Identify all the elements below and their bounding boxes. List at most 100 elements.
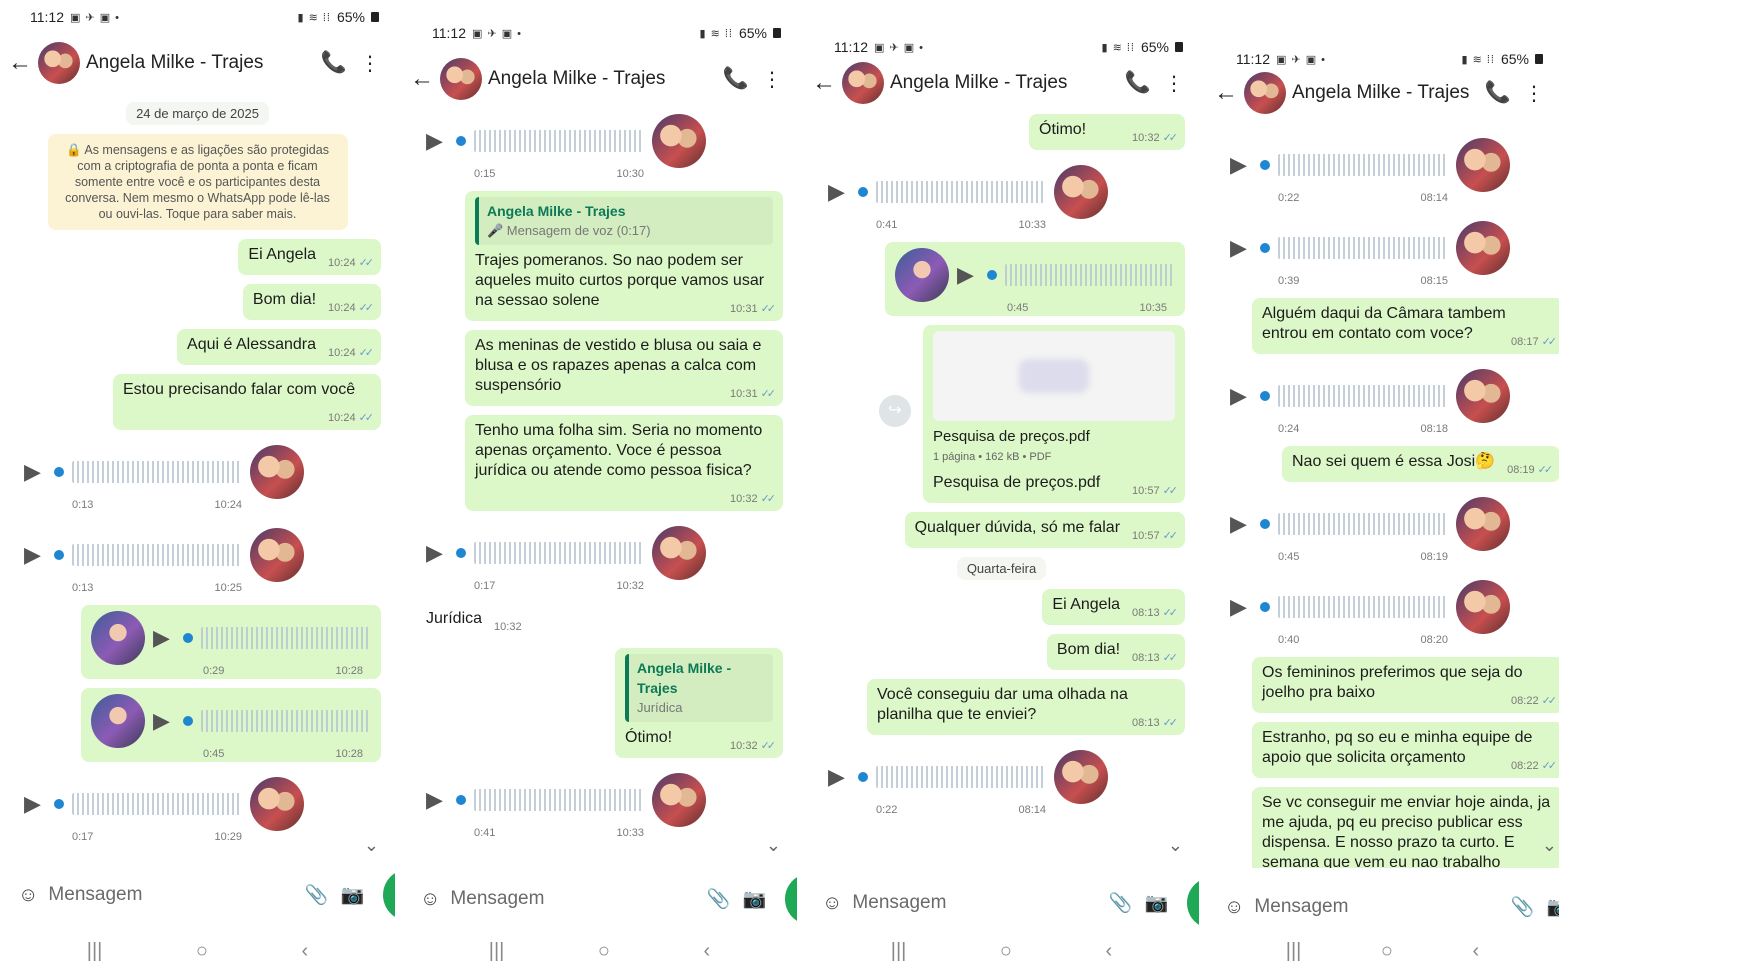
message-input[interactable]	[48, 884, 294, 906]
nav-back-icon[interactable]: ‹	[302, 940, 309, 963]
message-list[interactable]: ▶ 0:15 10:30 Angela Milke - Trajes 🎤 Mensag…	[402, 108, 797, 868]
composer-field[interactable]: ☺ 📎 📷	[412, 875, 776, 923]
recents-icon[interactable]: |||	[1286, 940, 1302, 963]
scroll-down-icon[interactable]: ⌄	[1542, 835, 1557, 856]
audio-waveform[interactable]	[1278, 596, 1448, 618]
back-arrow-icon[interactable]: ←	[812, 69, 836, 97]
voice-message[interactable]: ▶ 0:24 08:18	[1220, 363, 1520, 437]
message-bubble[interactable]: Qualquer dúvida, só me falar 10:57 ✓✓	[904, 512, 1185, 548]
add-call-icon[interactable]: 📞	[1123, 71, 1153, 95]
message-bubble[interactable]: Alguém daqui da Câmara tambem entrou em …	[1252, 298, 1559, 354]
voice-message[interactable]: ▶ 0:41 10:33	[818, 159, 1118, 233]
more-options-icon[interactable]: ⋮	[757, 67, 787, 92]
add-call-icon[interactable]: 📞	[1483, 81, 1513, 105]
audio-waveform[interactable]	[1278, 513, 1448, 535]
message-bubble[interactable]: Angela Milke - Trajes 🎤 Mensagem de voz (…	[465, 191, 783, 321]
audio-waveform[interactable]	[876, 181, 1046, 203]
reply-bubble[interactable]: Angela Milke - Trajes Jurídica Ótimo! 10:3…	[615, 648, 783, 758]
play-icon[interactable]: ▶	[24, 459, 46, 485]
voice-message[interactable]: ▶ 0:15 10:30	[416, 108, 716, 182]
message-bubble[interactable]: Se vc conseguir me enviar hoje ainda, ja…	[1252, 787, 1559, 868]
scroll-down-icon[interactable]: ⌄	[1168, 835, 1183, 856]
voice-message-outgoing[interactable]: ▶ 0:45 10:28	[81, 688, 381, 762]
audio-seek-handle[interactable]	[1260, 519, 1270, 529]
voice-message-outgoing[interactable]: ▶ 0:29 10:28	[81, 605, 381, 679]
voice-message[interactable]: ▶ 0:22 08:14	[818, 744, 1118, 818]
more-options-icon[interactable]: ⋮	[1159, 71, 1189, 96]
camera-icon[interactable]: 📷	[1143, 891, 1169, 915]
audio-seek-handle[interactable]	[1260, 243, 1270, 253]
message-bubble-incoming[interactable]: Jurídica 10:32	[416, 603, 532, 639]
audio-seek-handle[interactable]	[1260, 391, 1270, 401]
home-icon[interactable]: ○	[598, 940, 610, 963]
nav-back-icon[interactable]: ‹	[1106, 940, 1113, 963]
message-bubble[interactable]: Bom dia! 10:24 ✓✓	[242, 284, 381, 320]
message-input[interactable]	[1254, 896, 1500, 918]
audio-seek-handle[interactable]	[456, 548, 466, 558]
voice-message[interactable]: ▶ 0:41 10:33	[416, 767, 716, 841]
play-icon[interactable]: ▶	[957, 262, 979, 288]
audio-waveform[interactable]	[876, 766, 1046, 788]
audio-waveform[interactable]	[72, 461, 242, 483]
voice-message[interactable]: ▶ 0:39 08:15	[1220, 215, 1520, 289]
forward-icon[interactable]: ↪	[879, 395, 911, 427]
audio-waveform[interactable]	[1278, 154, 1448, 176]
audio-waveform[interactable]	[201, 627, 371, 649]
play-icon[interactable]: ▶	[1230, 235, 1252, 261]
camera-icon[interactable]: 📷	[741, 887, 767, 911]
audio-seek-handle[interactable]	[987, 270, 997, 280]
voice-message[interactable]: ▶ 0:13 10:24	[14, 439, 314, 513]
mic-button[interactable]: 🎤	[785, 873, 797, 925]
back-arrow-icon[interactable]: ←	[8, 49, 32, 77]
nav-back-icon[interactable]: ‹	[704, 940, 711, 963]
play-icon[interactable]: ▶	[426, 128, 448, 154]
message-bubble[interactable]: Aqui é Alessandra 10:24 ✓✓	[177, 329, 381, 365]
audio-waveform[interactable]	[72, 544, 242, 566]
play-icon[interactable]: ▶	[426, 787, 448, 813]
encryption-notice[interactable]: 🔒 As mensagens e as ligações são protegi…	[47, 134, 348, 230]
scroll-down-icon[interactable]: ⌄	[364, 835, 379, 856]
message-bubble[interactable]: Os femininos preferimos que seja do joel…	[1252, 657, 1559, 713]
voice-message[interactable]: ▶ 0:22 08:14	[1220, 132, 1520, 206]
message-bubble[interactable]: Bom dia! 08:13 ✓✓	[1046, 634, 1185, 670]
emoji-icon[interactable]: ☺	[420, 888, 440, 911]
audio-waveform[interactable]	[1005, 264, 1175, 286]
quoted-message[interactable]: Angela Milke - Trajes Jurídica	[625, 654, 773, 722]
recents-icon[interactable]: |||	[489, 940, 505, 963]
play-icon[interactable]: ▶	[426, 540, 448, 566]
document-message[interactable]: ↪ Pesquisa de preços.pdf 1 página • 162 …	[879, 325, 1185, 503]
message-input[interactable]	[450, 888, 696, 910]
message-list[interactable]: ▶ 0:22 08:14 ▶ 0:39 08:15 Alguém daqui da Câ…	[1206, 132, 1559, 868]
play-icon[interactable]: ▶	[1230, 511, 1252, 537]
home-icon[interactable]: ○	[1000, 940, 1012, 963]
attach-icon[interactable]: 📎	[1509, 895, 1535, 919]
play-icon[interactable]: ▶	[828, 179, 850, 205]
message-list[interactable]: Ótimo! 10:32 ✓✓ ▶ 0:41 10:33 ▶ 0:45 10:35 ↪ Pe…	[804, 114, 1199, 868]
audio-waveform[interactable]	[474, 789, 644, 811]
mic-button[interactable]: 🎤	[383, 869, 395, 921]
contact-avatar[interactable]	[440, 58, 482, 100]
recents-icon[interactable]: |||	[891, 940, 907, 963]
add-call-icon[interactable]: 📞	[319, 51, 349, 75]
contact-name[interactable]: Angela Milke - Trajes	[890, 72, 1117, 94]
audio-seek-handle[interactable]	[183, 716, 193, 726]
home-icon[interactable]: ○	[1381, 940, 1393, 963]
play-icon[interactable]: ▶	[153, 625, 175, 651]
nav-back-icon[interactable]: ‹	[1473, 940, 1480, 963]
voice-message[interactable]: ▶ 0:13 10:25	[14, 522, 314, 596]
back-arrow-icon[interactable]: ←	[1214, 79, 1238, 107]
play-icon[interactable]: ▶	[24, 791, 46, 817]
play-icon[interactable]: ▶	[1230, 152, 1252, 178]
contact-name[interactable]: Angela Milke - Trajes	[1292, 82, 1477, 104]
audio-seek-handle[interactable]	[1260, 160, 1270, 170]
audio-waveform[interactable]	[474, 130, 644, 152]
audio-waveform[interactable]	[201, 710, 371, 732]
audio-seek-handle[interactable]	[858, 187, 868, 197]
emoji-icon[interactable]: ☺	[1224, 896, 1244, 919]
camera-icon[interactable]: 📷	[339, 883, 365, 907]
message-list[interactable]: 24 de março de 2025 🔒 As mensagens e as …	[0, 92, 395, 868]
voice-message[interactable]: ▶ 0:40 08:20	[1220, 574, 1520, 648]
document-preview[interactable]	[933, 331, 1175, 421]
message-bubble[interactable]: Você conseguiu dar uma olhada na planilh…	[867, 679, 1185, 735]
contact-avatar[interactable]	[38, 42, 80, 84]
